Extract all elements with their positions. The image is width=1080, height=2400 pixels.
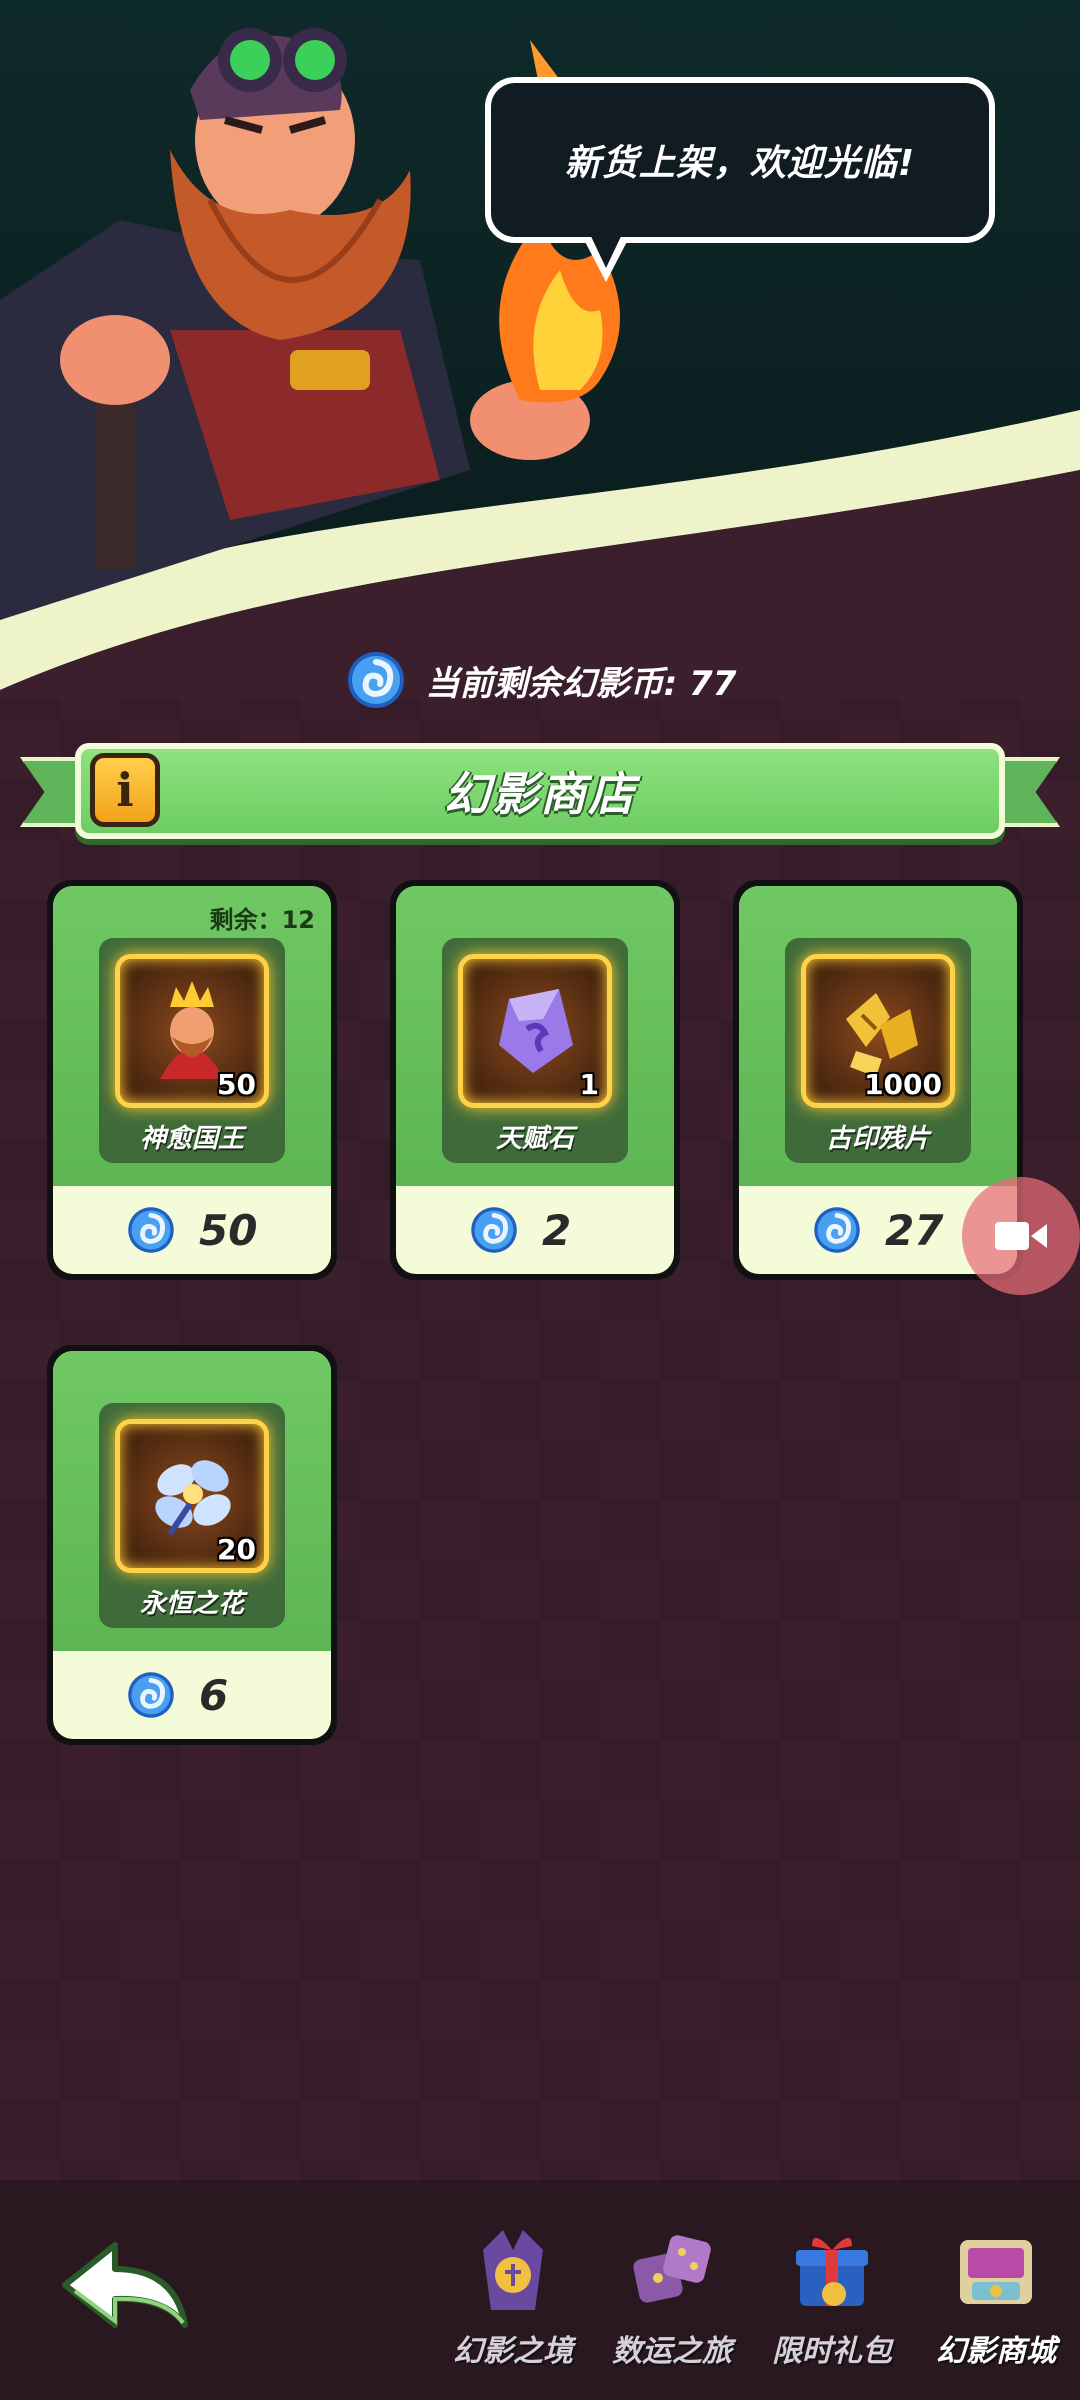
gift-pack-icon (796, 2237, 868, 2306)
info-button[interactable]: i (90, 753, 160, 827)
nav-label: 幻影商城 (936, 2334, 1056, 2369)
bottom-navigation: 幻影之境 数运之旅 限时礼包 幻影商城 (0, 2180, 1080, 2400)
currency-balance: 当前剩余幻影币: 77 (0, 640, 1080, 720)
price-row: 6 (53, 1651, 331, 1739)
item-quantity: 1 (579, 1068, 599, 1101)
phantom-coin-icon (814, 1207, 860, 1253)
item-frame: 50 (115, 954, 269, 1108)
item-price: 2 (542, 1205, 572, 1255)
back-arrow-icon (62, 2242, 188, 2328)
shopkeeper-banner: 新货上架，欢迎光临! (0, 0, 1080, 700)
shop-item-card[interactable]: 剩余：12 50 神愈国王 50 (47, 880, 337, 1280)
nav-label: 限时礼包 (772, 2334, 892, 2369)
greeting-text: 新货上架，欢迎光临! (564, 143, 916, 184)
phantom-mall-icon (960, 2240, 1032, 2304)
item-name: 古印残片 (825, 1124, 930, 1154)
item-price: 27 (885, 1205, 944, 1255)
item-frame: 20 (115, 1419, 269, 1573)
phantom-coin-icon (128, 1672, 174, 1718)
item-quantity: 20 (217, 1533, 256, 1566)
nav-label: 幻影之境 (453, 2334, 573, 2369)
speech-bubble: 新货上架，欢迎光临! (485, 77, 995, 243)
screen-record-button[interactable] (962, 1177, 1080, 1295)
shop-item-card[interactable]: 1 天赋石 2 (390, 880, 680, 1280)
nav-item-dice-journey[interactable]: 数运之旅 (592, 2220, 752, 2390)
shop-title: 幻影商店 (444, 767, 636, 821)
nav-item-phantom-realm[interactable]: 幻影之境 (433, 2220, 593, 2390)
item-name: 永恒之花 (139, 1589, 244, 1619)
shop-title-ribbon: 幻影商店 i (20, 735, 1060, 855)
shop-item-card[interactable]: 20 永恒之花 6 (47, 1345, 337, 1745)
phantom-realm-icon (483, 2230, 543, 2310)
nav-item-phantom-mall[interactable]: 幻影商城 (916, 2220, 1076, 2390)
item-name: 天赋石 (495, 1124, 574, 1154)
nav-item-gift-pack[interactable]: 限时礼包 (752, 2220, 912, 2390)
item-frame: 1 (458, 954, 612, 1108)
back-button[interactable] (55, 2235, 195, 2345)
price-row: 2 (396, 1186, 674, 1274)
video-camera-icon (995, 1222, 1047, 1250)
dice-journey-icon (633, 2235, 711, 2303)
remaining-count: 剩余：12 (209, 906, 315, 934)
balance-label: 当前剩余幻影币: 77 (425, 663, 737, 704)
phantom-coin-icon (471, 1207, 517, 1253)
item-price: 6 (199, 1670, 229, 1720)
nav-label: 数运之旅 (612, 2334, 732, 2369)
item-quantity: 1000 (864, 1068, 942, 1101)
item-price: 50 (199, 1205, 258, 1255)
item-frame: 1000 (801, 954, 955, 1108)
phantom-coin-icon (128, 1207, 174, 1253)
price-row: 50 (53, 1186, 331, 1274)
item-quantity: 50 (217, 1068, 256, 1101)
phantom-coin-icon (347, 652, 404, 708)
item-name: 神愈国王 (139, 1124, 244, 1154)
info-icon: i (116, 763, 134, 817)
